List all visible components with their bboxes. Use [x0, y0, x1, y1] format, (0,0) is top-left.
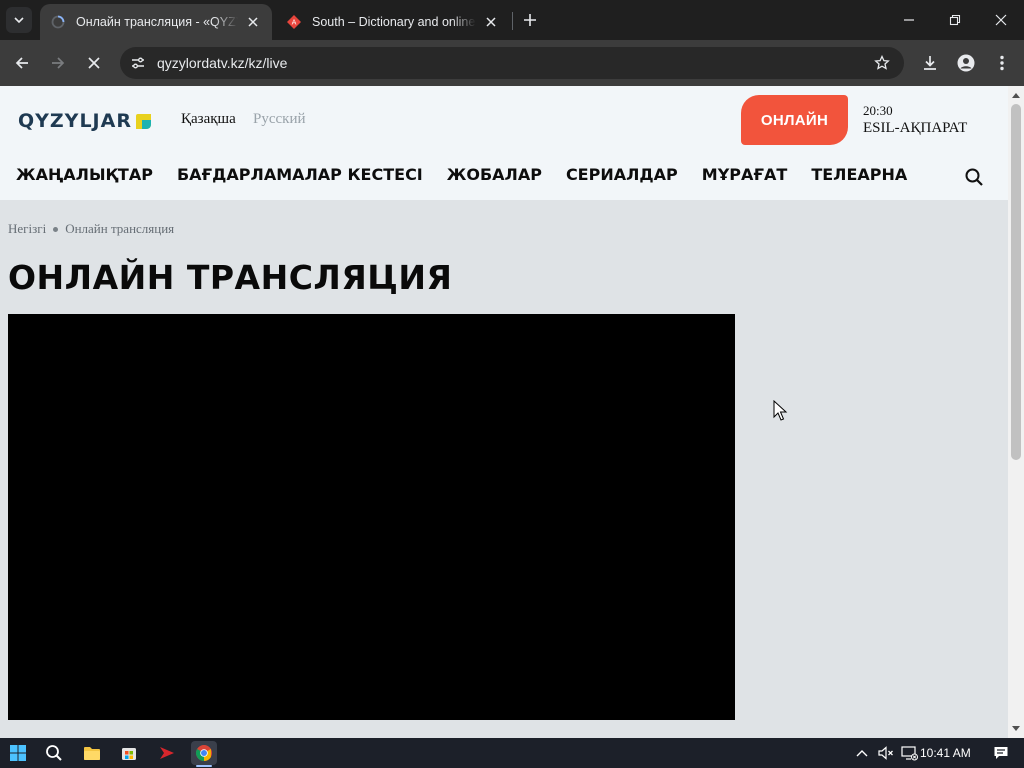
- site-info-icon[interactable]: [128, 53, 148, 73]
- search-icon: [965, 168, 983, 186]
- minimize-button[interactable]: [886, 0, 932, 40]
- plus-icon: [524, 14, 536, 26]
- speaker-muted-icon: [878, 746, 893, 760]
- tab-title: Онлайн трансляция - «QYZYLJAR»: [76, 15, 238, 29]
- bookmark-star-icon[interactable]: [872, 53, 892, 73]
- online-live-button[interactable]: ОНЛАЙН: [741, 95, 848, 145]
- start-button[interactable]: [5, 741, 31, 765]
- red-arrow-app-icon: [160, 747, 174, 759]
- language-kazakh[interactable]: Қазақша: [181, 111, 236, 128]
- scroll-up-arrow-icon[interactable]: [1008, 88, 1024, 102]
- active-app-indicator: [196, 765, 212, 767]
- notifications-button[interactable]: [988, 741, 1014, 765]
- breadcrumb-home[interactable]: Негізгі: [8, 221, 46, 237]
- loading-spinner-icon: [50, 14, 66, 30]
- tab-title: South – Dictionary and online translatio…: [312, 15, 476, 29]
- new-tab-button[interactable]: [518, 8, 542, 32]
- more-vertical-icon: [1000, 55, 1004, 71]
- site-logo[interactable]: QYZYLJAR: [18, 110, 151, 132]
- close-window-button[interactable]: [978, 0, 1024, 40]
- language-russian[interactable]: Русский: [253, 111, 306, 128]
- downloads-button[interactable]: [916, 49, 944, 77]
- restore-icon: [949, 14, 961, 26]
- menu-item-projects[interactable]: ЖОБАЛАР: [447, 165, 542, 184]
- download-icon: [924, 56, 936, 70]
- video-player[interactable]: [8, 314, 735, 720]
- address-bar[interactable]: qyzylordatv.kz/kz/live: [120, 47, 904, 79]
- chevron-down-icon: [14, 17, 24, 24]
- notification-chat-icon: [994, 747, 1008, 759]
- minimize-icon: [904, 19, 914, 21]
- svg-text:A: A: [292, 19, 297, 27]
- folder-icon: [84, 747, 100, 760]
- microsoft-store-button[interactable]: [116, 741, 142, 765]
- tab-search-button[interactable]: [6, 7, 32, 33]
- file-explorer-button[interactable]: [79, 741, 105, 765]
- close-icon: [995, 14, 1007, 26]
- menu-item-channel[interactable]: ТЕЛЕАРНА: [811, 165, 907, 184]
- back-button[interactable]: [8, 49, 36, 77]
- breadcrumb-current: Онлайн трансляция: [65, 221, 175, 236]
- search-icon: [46, 745, 62, 761]
- page-viewport: QYZYLJAR Қазақша Русский ОНЛАЙН 20:30 ES…: [0, 86, 1024, 738]
- logo-mark-icon: [135, 113, 151, 129]
- breadcrumb: Негізгі Онлайн трансляция: [8, 221, 174, 237]
- address-text: qyzylordatv.kz/kz/live: [157, 55, 288, 71]
- restore-button[interactable]: [932, 0, 978, 40]
- now-playing-time: 20:30: [863, 103, 893, 118]
- scrollbar-thumb[interactable]: [1011, 104, 1021, 460]
- forward-button[interactable]: [44, 49, 72, 77]
- close-icon: [88, 57, 100, 69]
- tab-dictionary[interactable]: A South – Dictionary and online translat…: [276, 4, 510, 40]
- translate-favicon-icon: A: [286, 14, 302, 30]
- show-hidden-icons-button[interactable]: [849, 741, 875, 765]
- page-title: ОНЛАЙН ТРАНСЛЯЦИЯ: [8, 258, 453, 297]
- logo-text: QYZYLJAR: [18, 110, 132, 132]
- network-button[interactable]: [896, 741, 922, 765]
- chevron-up-icon: [856, 750, 868, 757]
- network-disconnected-icon: [901, 746, 918, 761]
- scroll-down-arrow-icon[interactable]: [1008, 722, 1024, 736]
- taskbar-search-button[interactable]: [41, 741, 67, 765]
- browser-toolbar: qyzylordatv.kz/kz/live: [0, 40, 1024, 86]
- close-tab-icon[interactable]: [244, 13, 262, 31]
- site-header: QYZYLJAR Қазақша Русский ОНЛАЙН 20:30 ES…: [0, 86, 1008, 200]
- mouse-cursor-icon: [773, 400, 788, 421]
- taskbar: 10:41 AM: [0, 738, 1024, 768]
- chrome-icon: [196, 745, 212, 761]
- tab-divider: [512, 12, 513, 30]
- taskbar-clock[interactable]: 10:41 AM: [920, 746, 971, 760]
- close-tab-icon[interactable]: [482, 13, 500, 31]
- arrow-right-icon: [52, 57, 65, 69]
- windows-logo-icon: [10, 745, 26, 761]
- breadcrumb-separator: [53, 226, 59, 232]
- main-menu: ЖАҢАЛЫҚТАР БАҒДАРЛАМАЛАР КЕСТЕСІ ЖОБАЛАР…: [16, 165, 931, 184]
- arrow-left-icon: [15, 57, 28, 69]
- menu-item-series[interactable]: СЕРИАЛДАР: [566, 165, 678, 184]
- site-search-button[interactable]: [962, 165, 986, 189]
- profile-button[interactable]: [952, 49, 980, 77]
- tab-live-stream[interactable]: Онлайн трансляция - «QYZYLJAR»: [40, 4, 272, 40]
- now-playing-title[interactable]: ESIL-АҚПАРАТ: [863, 120, 967, 137]
- menu-item-news[interactable]: ЖАҢАЛЫҚТАР: [16, 165, 153, 184]
- profile-icon: [957, 54, 975, 72]
- pinned-app-button[interactable]: [154, 741, 180, 765]
- tab-strip: Онлайн трансляция - «QYZYLJAR» A South –…: [0, 0, 1024, 40]
- menu-item-archive[interactable]: МҰРАҒАТ: [702, 165, 788, 184]
- chrome-taskbar-button[interactable]: [191, 741, 217, 765]
- page-scrollbar[interactable]: [1008, 86, 1024, 738]
- stop-loading-button[interactable]: [80, 49, 108, 77]
- browser-menu-button[interactable]: [988, 49, 1016, 77]
- store-icon: [122, 748, 136, 760]
- menu-item-schedule[interactable]: БАҒДАРЛАМАЛАР КЕСТЕСІ: [177, 165, 423, 184]
